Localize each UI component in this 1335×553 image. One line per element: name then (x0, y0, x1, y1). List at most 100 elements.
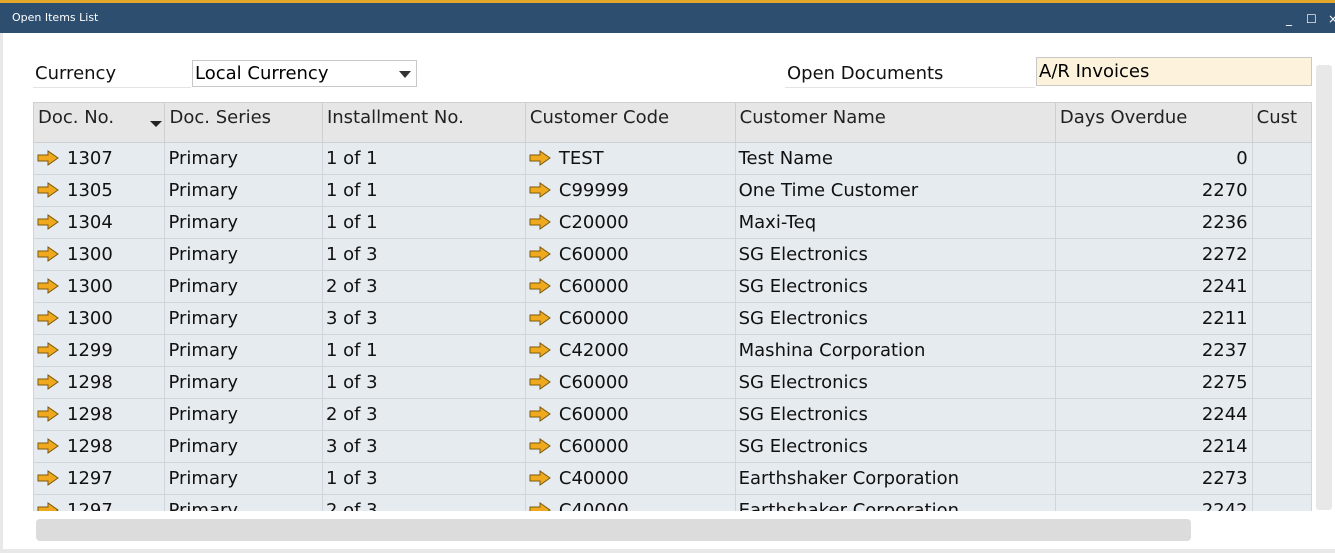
table-row[interactable]: 1300 Primary 1 of 3 C60000 SG Electronics 227… (33, 238, 1312, 271)
link-arrow-icon[interactable] (529, 310, 551, 326)
link-arrow-icon[interactable] (37, 438, 59, 454)
cell-value: SG Electronics (738, 276, 868, 297)
column-header-label: Doc. No. (38, 107, 115, 128)
link-arrow-icon[interactable] (37, 246, 59, 262)
cell-value: C99999 (558, 180, 629, 201)
minimize-button[interactable]: _ (1286, 13, 1292, 25)
table-cell: 1 of 1 (321, 206, 526, 239)
link-arrow-icon[interactable] (529, 182, 551, 198)
table-row[interactable]: 1297 Primary 1 of 3 C40000 Earthshaker Corpo… (33, 462, 1312, 495)
table-cell: SG Electronics (734, 398, 1056, 431)
link-arrow-icon[interactable] (37, 342, 59, 358)
link-arrow-icon[interactable] (37, 502, 59, 511)
table-row[interactable]: 1307 Primary 1 of 1 TEST Test Name 0 (33, 142, 1312, 175)
cell-value: 3 of 3 (325, 308, 378, 329)
cell-value: 1 of 3 (325, 468, 378, 489)
table-cell: C60000 (524, 430, 736, 463)
cell-value: 1300 (67, 244, 113, 265)
link-arrow-icon[interactable] (529, 342, 551, 358)
cell-value: 2270 (1201, 180, 1248, 201)
cell-value: Earthshaker Corporation (738, 468, 960, 489)
link-arrow-icon[interactable] (529, 150, 551, 166)
cell-value: 3 of 3 (325, 436, 378, 457)
table-row[interactable]: 1304 Primary 1 of 1 C20000 Maxi-Teq 2236 (33, 206, 1312, 239)
open-documents-label: Open Documents (785, 60, 1035, 88)
cell-value: 2 of 3 (325, 500, 378, 511)
cell-value: Primary (168, 436, 239, 457)
column-header[interactable]: Installment No. (321, 102, 526, 143)
cell-value: 1298 (67, 404, 113, 425)
table-cell (1251, 334, 1312, 367)
table-row[interactable]: 1300 Primary 3 of 3 C60000 SG Electronics 221… (33, 302, 1312, 335)
sort-desc-icon[interactable] (150, 121, 163, 127)
cell-value: 2236 (1201, 212, 1248, 233)
link-arrow-icon[interactable] (37, 214, 59, 230)
link-arrow-icon[interactable] (37, 278, 59, 294)
table-cell: 1307 (33, 142, 166, 175)
horizontal-scrollbar[interactable] (36, 519, 1191, 541)
table-cell (1251, 494, 1312, 511)
vertical-scrollbar[interactable] (1316, 65, 1332, 510)
table-row[interactable]: 1298 Primary 3 of 3 C60000 SG Electronics 221… (33, 430, 1312, 463)
column-header[interactable]: Customer Name (734, 102, 1056, 143)
link-arrow-icon[interactable] (37, 310, 59, 326)
table-cell: Primary (164, 270, 323, 303)
table-cell: 1299 (33, 334, 166, 367)
cell-value: C60000 (558, 308, 629, 329)
link-arrow-icon[interactable] (529, 502, 551, 511)
link-arrow-icon[interactable] (529, 246, 551, 262)
cell-value: 1307 (67, 148, 113, 169)
link-arrow-icon[interactable] (37, 470, 59, 486)
close-button[interactable]: × (1328, 13, 1335, 25)
link-arrow-icon[interactable] (37, 182, 59, 198)
column-header[interactable]: Doc. No. (33, 102, 166, 143)
cell-value: TEST (558, 148, 604, 169)
maximize-button[interactable]: ☐ (1306, 13, 1317, 25)
table-cell: C40000 (524, 462, 736, 495)
cell-value: One Time Customer (738, 180, 919, 201)
cell-value: SG Electronics (738, 436, 868, 457)
cell-value: Primary (168, 148, 239, 169)
link-arrow-icon[interactable] (37, 150, 59, 166)
column-header[interactable]: Customer Code (524, 102, 736, 143)
table-row[interactable]: 1305 Primary 1 of 1 C99999 One Time Customer… (33, 174, 1312, 207)
chevron-down-icon[interactable] (399, 71, 411, 78)
cell-value: Primary (168, 308, 239, 329)
column-header-label: Customer Name (739, 107, 886, 128)
table-cell (1251, 270, 1312, 303)
link-arrow-icon[interactable] (529, 438, 551, 454)
link-arrow-icon[interactable] (37, 406, 59, 422)
table-cell: C60000 (524, 302, 736, 335)
link-arrow-icon[interactable] (529, 374, 551, 390)
table-cell: SG Electronics (734, 366, 1056, 399)
table-cell: 2 of 3 (321, 398, 526, 431)
cell-value: C42000 (558, 340, 629, 361)
table-cell: 1298 (33, 398, 166, 431)
table-cell: 1304 (33, 206, 166, 239)
link-arrow-icon[interactable] (529, 214, 551, 230)
table-row[interactable]: 1297 Primary 2 of 3 C40000 Earthshaker Corpo… (33, 494, 1312, 511)
open-documents-field[interactable]: A/R Invoices (1036, 57, 1312, 86)
cell-value: 2275 (1201, 372, 1248, 393)
table-cell: 1 of 3 (321, 366, 526, 399)
table-cell: Earthshaker Corporation (734, 494, 1056, 511)
table-cell: 1305 (33, 174, 166, 207)
currency-dropdown[interactable]: Local Currency (192, 60, 417, 87)
link-arrow-icon[interactable] (529, 470, 551, 486)
table-row[interactable]: 1299 Primary 1 of 1 C42000 Mashina Corporati… (33, 334, 1312, 367)
column-header[interactable]: Cust (1251, 102, 1312, 143)
link-arrow-icon[interactable] (37, 374, 59, 390)
link-arrow-icon[interactable] (529, 406, 551, 422)
table-row[interactable]: 1298 Primary 1 of 3 C60000 SG Electronics 227… (33, 366, 1312, 399)
cell-value: 2 of 3 (325, 404, 378, 425)
column-header[interactable]: Doc. Series (164, 102, 323, 143)
cell-value: Mashina Corporation (738, 340, 926, 361)
cell-value: Primary (168, 372, 239, 393)
cell-value: Primary (168, 212, 239, 233)
link-arrow-icon[interactable] (529, 278, 551, 294)
table-row[interactable]: 1300 Primary 2 of 3 C60000 SG Electronics 224… (33, 270, 1312, 303)
cell-value: 1298 (67, 436, 113, 457)
table-row[interactable]: 1298 Primary 2 of 3 C60000 SG Electronics 224… (33, 398, 1312, 431)
column-header[interactable]: Days Overdue (1054, 102, 1253, 143)
cell-value: 1304 (67, 212, 113, 233)
